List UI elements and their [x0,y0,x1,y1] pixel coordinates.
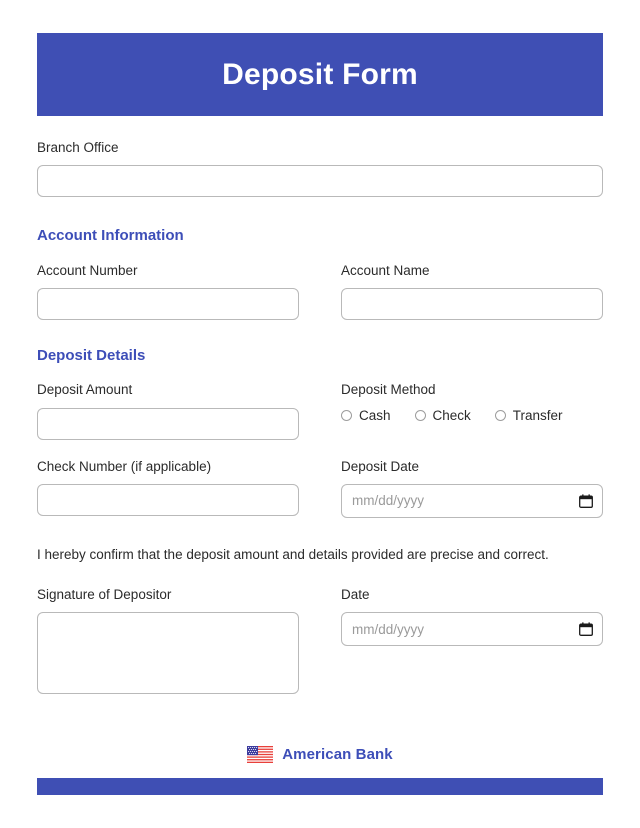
deposit-date-wrapper [341,483,603,518]
signature-date-wrapper [341,612,603,647]
deposit-method-radio-group: Cash Check Transfer [341,408,603,423]
branch-office-label: Branch Office [37,140,119,155]
signature-label: Signature of Depositor [37,587,172,603]
branch-office-input[interactable] [37,165,603,198]
account-name-input[interactable] [341,288,603,321]
page-title: Deposit Form [222,57,418,91]
radio-option-cash[interactable]: Cash [341,408,391,423]
deposit-details-heading: Deposit Details [37,347,146,365]
footer-bar [37,778,603,796]
radio-label-transfer: Transfer [512,407,563,423]
radio-label-cash: Cash [359,407,391,423]
deposit-fields-row-2: Check Number (if applicable) Deposit Dat… [37,459,603,518]
signature-date-input[interactable] [341,612,603,647]
form-sheet: Deposit Form Branch Office Account Infor… [37,33,603,796]
confirmation-statement: I hereby confirm that the deposit amount… [37,546,549,562]
deposit-date-label: Deposit Date [341,458,420,474]
brand-footer: American Bank [37,746,603,764]
radio-option-check[interactable]: Check [414,407,471,423]
radio-label-check: Check [432,407,471,423]
deposit-date-input[interactable] [341,483,603,518]
account-fields-row: Account Number Account Name [37,263,603,321]
account-name-label: Account Name [341,263,430,279]
radio-circle-icon[interactable] [341,409,352,421]
check-number-input[interactable] [37,483,299,516]
signature-row: Signature of Depositor Date [37,587,603,699]
deposit-fields-row-1: Deposit Amount Deposit Method Cash Check [37,382,603,440]
check-number-label: Check Number (if applicable) [37,458,212,474]
radio-option-transfer[interactable]: Transfer [494,407,563,423]
signature-date-label: Date [341,587,370,603]
signature-input[interactable] [37,612,299,695]
deposit-method-label: Deposit Method [341,382,436,398]
deposit-amount-input[interactable] [37,407,299,440]
form-header: Deposit Form [37,33,603,116]
account-information-heading: Account Information [37,227,184,245]
radio-circle-icon[interactable] [494,409,506,421]
account-number-input[interactable] [37,288,299,321]
deposit-amount-label: Deposit Amount [37,382,133,398]
us-flag-icon [247,746,274,764]
deposit-form-page: Deposit Form Branch Office Account Infor… [0,0,640,828]
account-number-label: Account Number [37,263,138,279]
brand-name: American Bank [282,746,393,764]
radio-circle-icon[interactable] [414,409,426,421]
